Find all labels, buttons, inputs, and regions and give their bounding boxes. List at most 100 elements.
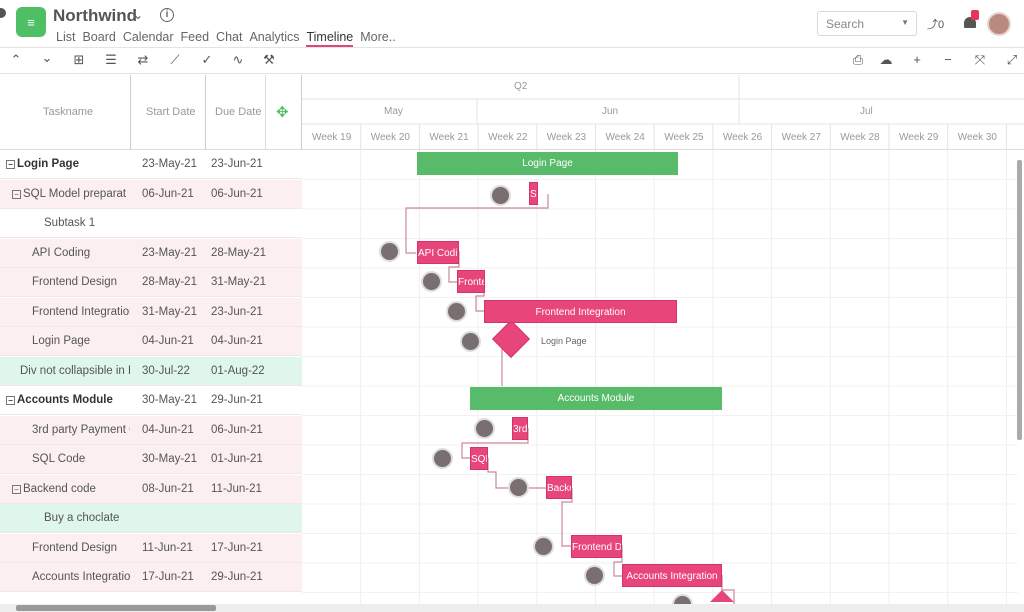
start-date-cell[interactable]: 08-Jun-21 — [142, 483, 204, 495]
tab-more[interactable]: More.. — [360, 30, 395, 47]
chevron-up-icon[interactable]: ⌃ — [8, 52, 24, 68]
assignee-avatar[interactable] — [474, 418, 495, 439]
task-bar-api-coding[interactable]: API Coding — [417, 241, 459, 264]
double-check-icon[interactable]: ✓ — [199, 52, 215, 68]
start-date-cell[interactable]: 23-May-21 — [142, 247, 204, 259]
add-column-icon[interactable]: ✥ — [276, 103, 289, 121]
task-name-cell[interactable]: − Login Page — [6, 158, 130, 170]
start-date-cell[interactable]: 06-Jun-21 — [142, 188, 204, 200]
table-row[interactable]: Div not collapsible in Lo 30-Jul-22 01-Aug… — [0, 356, 302, 386]
start-date-cell[interactable]: 17-Jun-21 — [142, 571, 204, 583]
start-date-cell[interactable]: 30-May-21 — [142, 453, 204, 465]
vertical-scrollbar[interactable] — [1017, 160, 1022, 440]
assignee-avatar[interactable] — [432, 448, 453, 469]
trend-icon[interactable]: ⟋ — [167, 52, 183, 68]
task-name-cell[interactable]: − Accounts Module — [6, 394, 130, 406]
table-row[interactable]: Login Page 04-Jun-21 04-Jun-21 — [0, 327, 302, 356]
task-bar-backend-code[interactable]: Backend code — [546, 476, 572, 499]
table-row[interactable]: Frontend Design 28-May-21 31-May-21 — [0, 268, 302, 297]
due-date-cell[interactable]: 06-Jun-21 — [211, 424, 273, 436]
info-icon[interactable]: i — [160, 8, 174, 22]
table-row[interactable]: − Backend code 08-Jun-21 11-Jun-21 — [0, 474, 302, 504]
task-name-cell[interactable]: API Coding — [6, 247, 130, 259]
swap-icon[interactable]: ⇄ — [135, 52, 151, 68]
table-row[interactable]: 3rd party Payment G 04-Jun-21 06-Jun-21 — [0, 415, 302, 445]
tab-analytics[interactable]: Analytics — [249, 30, 299, 47]
table-row[interactable]: API Coding 23-May-21 28-May-21 — [0, 238, 302, 268]
task-bar-login-page[interactable]: Login Page — [417, 152, 678, 175]
task-bar-payment-gateway[interactable]: 3rd party Payment Gateway — [512, 417, 528, 440]
tab-feed[interactable]: Feed — [181, 30, 210, 47]
task-bar-accounts-integration[interactable]: Accounts Integration — [622, 564, 722, 587]
project-title[interactable]: Northwind — [53, 6, 137, 26]
collapse-toggle-icon[interactable]: − — [12, 484, 21, 494]
start-date-cell[interactable]: 04-Jun-21 — [142, 335, 204, 347]
task-name-cell[interactable]: SQL Code — [6, 453, 130, 465]
column-divider[interactable] — [130, 75, 131, 150]
tab-board[interactable]: Board — [82, 30, 115, 47]
chevron-down-icon[interactable]: ⌄ — [39, 50, 55, 66]
tab-chat[interactable]: Chat — [216, 30, 242, 47]
search-input[interactable]: Search ▼ — [817, 11, 917, 36]
table-row[interactable]: Frontend Integration 31-May-21 23-Jun-21 — [0, 297, 302, 327]
due-date-cell[interactable]: 04-Jun-21 — [211, 335, 273, 347]
zoom-in-icon[interactable]: + — [909, 52, 925, 67]
tab-calendar[interactable]: Calendar — [123, 30, 174, 47]
task-name-cell[interactable]: − Backend code — [6, 483, 130, 495]
due-date-cell[interactable]: 01-Aug-22 — [211, 365, 273, 377]
start-date-cell[interactable]: 04-Jun-21 — [142, 424, 204, 436]
tab-list[interactable]: List — [56, 30, 75, 47]
task-bar-frontend-design[interactable]: Frontend Design — [457, 270, 485, 293]
due-date-cell[interactable]: 23-Jun-21 — [211, 158, 273, 170]
assignee-avatar[interactable] — [584, 565, 605, 586]
table-row[interactable]: − Login Page 23-May-21 23-Jun-21 — [0, 150, 302, 179]
assignee-avatar[interactable] — [379, 241, 400, 262]
table-row[interactable]: Accounts Integration 17-Jun-21 29-Jun-21 — [0, 563, 302, 592]
collapse-icon[interactable]: ⤧ — [972, 52, 988, 68]
table-row[interactable]: − SQL Model preparat 06-Jun-21 06-Jun-21 — [0, 179, 302, 209]
column-header-taskname[interactable]: Taskname — [43, 106, 93, 118]
task-bar-frontend-design-2[interactable]: Frontend Design — [571, 535, 622, 558]
grid-icon[interactable]: ⊞ — [71, 52, 87, 68]
milestone-diamond[interactable] — [491, 319, 531, 359]
assignee-avatar[interactable] — [460, 331, 481, 352]
collapse-toggle-icon[interactable]: − — [6, 396, 15, 405]
table-row[interactable]: SQL Code 30-May-21 01-Jun-21 — [0, 445, 302, 474]
task-name-cell[interactable]: Frontend Design — [6, 542, 130, 554]
task-bar-sql-model[interactable]: SQL Model preparation — [529, 182, 538, 205]
table-row[interactable]: Subtask 1 — [0, 209, 302, 238]
start-date-cell[interactable]: 28-May-21 — [142, 276, 204, 288]
task-bar-accounts-module[interactable]: Accounts Module — [470, 387, 722, 410]
wrench-icon[interactable]: ⚒ — [261, 52, 277, 68]
due-date-cell[interactable]: 11-Jun-21 — [211, 483, 273, 495]
due-date-cell[interactable]: 31-May-21 — [211, 276, 273, 288]
sliders-icon[interactable]: ☰ — [103, 52, 119, 68]
cloud-icon[interactable]: ☁ — [878, 52, 894, 68]
task-name-cell[interactable]: 3rd party Payment G — [6, 424, 130, 436]
task-bar-frontend-integration[interactable]: Frontend Integration — [484, 300, 677, 323]
start-date-cell[interactable]: 31-May-21 — [142, 306, 204, 318]
start-date-cell[interactable]: 30-Jul-22 — [142, 365, 204, 377]
table-row[interactable]: Frontend Design 11-Jun-21 17-Jun-21 — [0, 533, 302, 563]
user-avatar[interactable] — [987, 12, 1011, 36]
task-name-cell[interactable]: Frontend Integration — [6, 306, 130, 318]
notification-bell-icon[interactable] — [962, 10, 979, 30]
assignee-avatar[interactable] — [508, 477, 529, 498]
column-header-due-date[interactable]: Due Date — [215, 106, 261, 118]
task-bar-sql-code[interactable]: SQL Code — [470, 447, 488, 470]
task-name-cell[interactable]: Subtask 1 — [6, 217, 130, 229]
due-date-cell[interactable]: 06-Jun-21 — [211, 188, 273, 200]
task-name-cell[interactable]: Frontend Design — [6, 276, 130, 288]
horizontal-scrollbar[interactable] — [16, 605, 216, 611]
task-name-cell[interactable]: Div not collapsible in Lo — [6, 365, 130, 377]
column-header-start-date[interactable]: Start Date — [146, 106, 196, 118]
due-date-cell[interactable]: 29-Jun-21 — [211, 571, 273, 583]
assignee-avatar[interactable] — [421, 271, 442, 292]
activity-counter[interactable]: ⤴0 — [927, 16, 944, 32]
start-date-cell[interactable]: 30-May-21 — [142, 394, 204, 406]
assignee-avatar[interactable] — [490, 185, 511, 206]
table-row[interactable]: Buy a choclate — [0, 504, 302, 533]
assignee-avatar[interactable] — [533, 536, 554, 557]
due-date-cell[interactable]: 28-May-21 — [211, 247, 273, 259]
tab-timeline[interactable]: Timeline — [306, 30, 354, 47]
